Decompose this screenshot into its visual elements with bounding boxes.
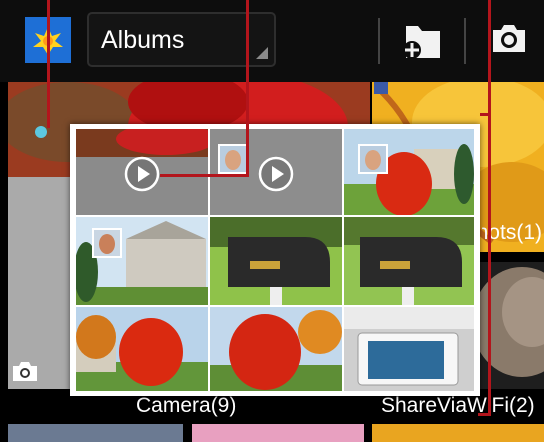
thumbnail-image (210, 217, 342, 305)
album-tile-partial[interactable] (8, 424, 183, 442)
album-tile-partial[interactable] (372, 424, 544, 442)
callout-line (480, 113, 491, 116)
camera-album-icon (13, 362, 37, 381)
thumbnail-image (76, 307, 208, 391)
album-caption-sharewifi: ShareViaWiFi(2) (381, 394, 535, 417)
photo-thumbnail[interactable] (210, 307, 342, 391)
callout-line (478, 413, 491, 416)
play-icon[interactable] (124, 156, 160, 192)
contact-badge-icon[interactable] (92, 228, 122, 258)
callout-line (488, 0, 491, 416)
callout-line (246, 0, 249, 176)
contact-badge-icon[interactable] (358, 144, 388, 174)
thumbnail-image (344, 307, 474, 391)
camera-icon[interactable] (490, 20, 528, 58)
callout-line (47, 0, 50, 128)
action-bar: Albums (0, 0, 544, 82)
photo-thumbnail[interactable] (344, 217, 474, 305)
album-preview-popup (70, 124, 480, 396)
callout-line (160, 174, 249, 177)
thumbnail-image (344, 217, 474, 305)
album-caption-screenshots: Screenshots(1) (482, 221, 542, 244)
photo-thumbnail[interactable] (210, 217, 342, 305)
photo-thumbnail[interactable] (76, 307, 208, 391)
thumbnail-image (210, 307, 342, 391)
contact-badge-icon[interactable] (218, 144, 248, 174)
play-icon[interactable] (258, 156, 294, 192)
album-tile-partial[interactable] (192, 424, 364, 442)
dropdown-triangle-icon (256, 47, 268, 59)
new-folder-icon[interactable] (400, 20, 442, 62)
divider (378, 18, 380, 64)
album-caption-camera: Camera(9) (136, 394, 237, 417)
divider (464, 18, 466, 64)
album-dropdown-label: Albums (101, 26, 185, 54)
photo-thumbnail[interactable] (344, 307, 474, 391)
